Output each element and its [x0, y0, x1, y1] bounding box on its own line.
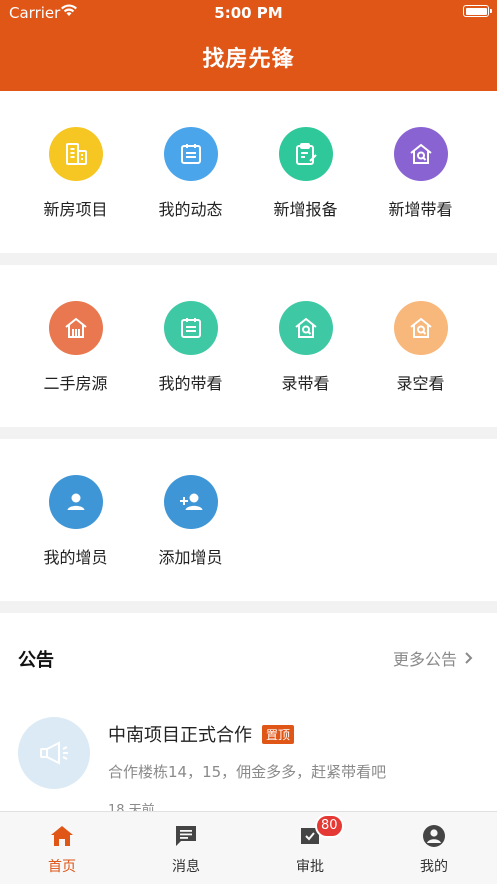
more-notices-label: 更多公告 — [392, 650, 457, 669]
clock: 5:00 PM — [214, 4, 283, 22]
menu-item-my-recruits[interactable]: 我的增员 — [18, 475, 133, 568]
menu-item-record-empty-viewing[interactable]: 录空看 — [363, 301, 478, 394]
megaphone-icon — [18, 717, 90, 789]
menu-item-label: 录空看 — [396, 374, 445, 393]
tab-approval[interactable]: 80 审批 — [248, 812, 372, 884]
menu-item-add-recruit[interactable]: 添加增员 — [133, 475, 248, 568]
quick-actions-section-1: 新房项目 我的动态 新增报备 新增带看 — [0, 91, 497, 253]
approval-count-badge: 80 — [315, 814, 344, 838]
quick-actions-section-3: 我的增员 添加增员 — [0, 439, 497, 601]
profile-icon — [423, 825, 445, 847]
menu-item-label: 添加增员 — [158, 548, 223, 567]
pinned-badge: 置顶 — [262, 724, 295, 744]
building-icon — [48, 127, 103, 181]
menu-item-label: 我的增员 — [43, 548, 108, 567]
menu-item-new-report[interactable]: 新增报备 — [248, 127, 363, 220]
notice-section: 公告 更多公告 中南项目正式合作 置顶 合作楼栋14，15，佣金多多，赶紧带看吧… — [0, 613, 497, 818]
tab-messages[interactable]: 消息 — [124, 812, 248, 884]
home-icon — [51, 826, 73, 846]
notice-header: 公告 更多公告 — [0, 613, 497, 699]
notice-item-description: 合作楼栋14，15，佣金多多，赶紧带看吧 — [108, 763, 387, 781]
tab-bar: 首页 消息 80 审批 我的 — [0, 811, 497, 884]
app-header: Carrier 5:00 PM 找房先锋 — [0, 0, 497, 91]
more-notices-link[interactable]: 更多公告 — [393, 646, 473, 670]
user-icon — [48, 475, 103, 529]
menu-item-label: 我的带看 — [158, 374, 223, 393]
house-search-icon — [393, 301, 448, 355]
tab-label: 我的 — [420, 859, 448, 875]
tab-profile[interactable]: 我的 — [372, 812, 496, 884]
menu-item-label: 新增报备 — [273, 200, 338, 219]
chevron-right-icon — [465, 652, 473, 664]
menu-item-new-viewing[interactable]: 新增带看 — [363, 127, 478, 220]
quick-actions-section-2: 二手房源 我的带看 录带看 录空看 — [0, 265, 497, 427]
notice-list-item[interactable]: 中南项目正式合作 置顶 合作楼栋14，15，佣金多多，赶紧带看吧 18 天前 — [0, 709, 497, 819]
menu-item-label: 新增带看 — [388, 200, 453, 219]
house-search-icon — [393, 127, 448, 181]
tab-label: 首页 — [48, 859, 76, 875]
battery-icon — [463, 5, 492, 17]
notice-item-title: 中南项目正式合作 — [108, 725, 252, 746]
notice-title: 公告 — [18, 650, 54, 671]
tab-label: 审批 — [296, 859, 324, 875]
menu-item-my-activity[interactable]: 我的动态 — [133, 127, 248, 220]
tab-home[interactable]: 首页 — [0, 812, 124, 884]
page-title: 找房先锋 — [202, 47, 295, 72]
add-user-icon — [163, 475, 218, 529]
menu-item-record-viewing[interactable]: 录带看 — [248, 301, 363, 394]
menu-item-new-project[interactable]: 新房项目 — [18, 127, 133, 220]
notice-item-title-row: 中南项目正式合作 置顶 — [108, 721, 295, 747]
menu-item-label: 我的动态 — [158, 200, 223, 219]
tab-label: 消息 — [172, 859, 200, 875]
status-bar: Carrier 5:00 PM — [0, 0, 497, 26]
menu-item-my-viewings[interactable]: 我的带看 — [133, 301, 248, 394]
menu-item-second-hand[interactable]: 二手房源 — [18, 301, 133, 394]
message-icon — [176, 826, 196, 846]
menu-item-label: 录带看 — [281, 374, 330, 393]
menu-item-label: 新房项目 — [43, 200, 108, 219]
menu-item-label: 二手房源 — [43, 374, 108, 393]
clipboard-edit-icon — [278, 127, 333, 181]
calendar-icon — [163, 127, 218, 181]
house-icon — [48, 301, 103, 355]
house-search-icon — [278, 301, 333, 355]
calendar-icon — [163, 301, 218, 355]
